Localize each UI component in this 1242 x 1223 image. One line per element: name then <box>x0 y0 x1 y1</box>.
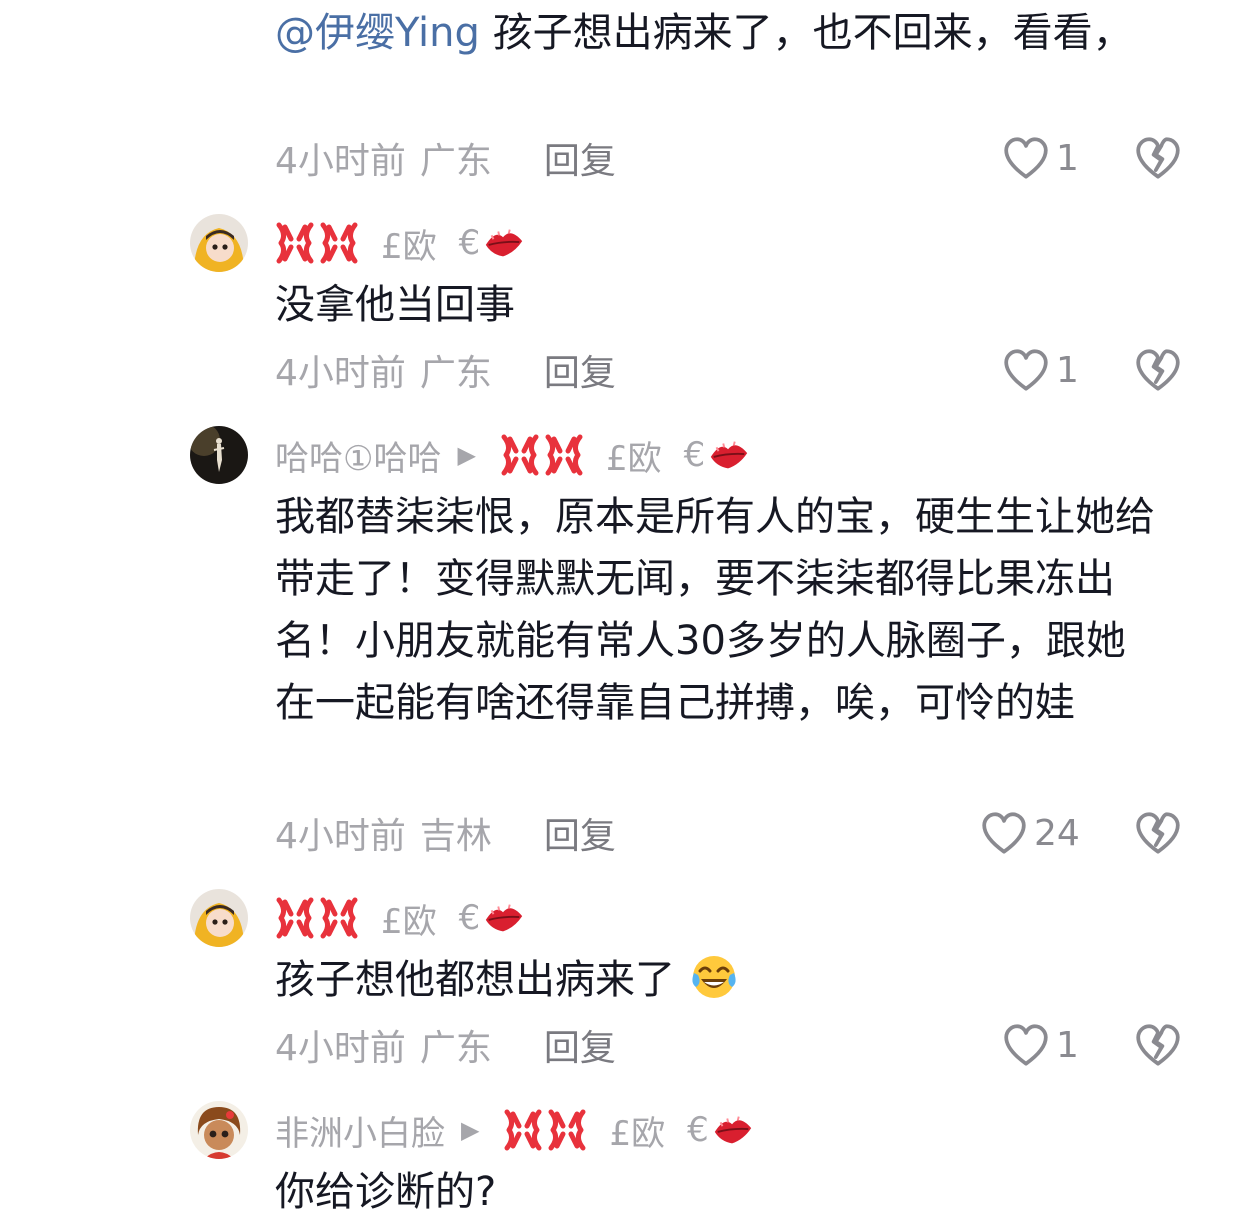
username[interactable]: 哈哈①哈哈 <box>275 431 441 480</box>
like-button[interactable]: 1 <box>1004 1017 1079 1073</box>
comment-time: 4小时前 <box>275 1028 406 1069</box>
mention-link[interactable]: @伊缨Ying <box>275 10 480 56</box>
dislike-button[interactable] <box>1134 342 1182 398</box>
anger-symbol-emoji <box>275 221 359 265</box>
comment-header: £欧 € <box>275 890 526 946</box>
anger-symbol-emoji <box>275 896 359 940</box>
kiss-mark-emoji <box>485 228 524 258</box>
avatar[interactable] <box>190 214 248 272</box>
comment-meta: 4小时前 广东 回复 <box>275 1017 616 1073</box>
heart-outline-icon <box>982 812 1026 854</box>
nickname-symbol: £欧 <box>381 226 437 267</box>
anger-symbol-emoji <box>503 1108 587 1152</box>
dislike-button[interactable] <box>1134 1017 1182 1073</box>
broken-heart-icon <box>1136 812 1180 854</box>
like-button[interactable]: 1 <box>1004 130 1079 186</box>
tears-of-joy-emoji <box>692 956 736 998</box>
like-count: 1 <box>1056 137 1079 179</box>
comment-text: @伊缨Ying 孩子想出病来了，也不回来，看看， <box>275 10 1133 56</box>
comment-location: 广东 <box>419 353 492 394</box>
nickname-symbol: € <box>458 223 481 263</box>
comment-text: 我都替柒柒恨，原本是所有人的宝，硬生生让她给带走了！变得默默无闻，要不柒柒都得比… <box>275 494 1155 726</box>
comment-text: 没拿他当回事 <box>275 282 515 328</box>
broken-heart-icon <box>1136 137 1180 179</box>
nickname-symbol: £欧 <box>381 901 437 942</box>
broken-heart-icon <box>1136 1024 1180 1066</box>
reply-button[interactable]: 回复 <box>544 1019 616 1071</box>
play-triangle-icon: ▶ <box>457 441 476 469</box>
reply-button[interactable]: 回复 <box>544 807 616 859</box>
play-triangle-icon: ▶ <box>461 1116 480 1144</box>
nickname-symbol: € <box>683 435 706 475</box>
reply-button[interactable]: 回复 <box>544 132 616 184</box>
like-count: 24 <box>1034 812 1080 854</box>
dislike-button[interactable] <box>1134 805 1182 861</box>
avatar[interactable] <box>190 426 248 484</box>
nickname-symbol: € <box>687 1110 709 1150</box>
heart-outline-icon <box>1004 349 1048 391</box>
like-button[interactable]: 24 <box>982 805 1080 861</box>
kiss-mark-emoji <box>710 440 749 470</box>
broken-heart-icon <box>1136 349 1180 391</box>
kiss-mark-emoji <box>485 903 524 933</box>
dislike-button[interactable] <box>1134 130 1182 186</box>
comment-time: 4小时前 <box>275 353 406 394</box>
like-count: 1 <box>1056 1024 1079 1066</box>
comment-location: 吉林 <box>419 816 492 857</box>
comment-meta: 4小时前 广东 回复 <box>275 130 616 186</box>
comment-meta: 4小时前 广东 回复 <box>275 342 616 398</box>
comment-location: 广东 <box>419 1028 492 1069</box>
comment-header: 非洲小白脸 ▶ £欧 € <box>275 1102 755 1158</box>
avatar[interactable] <box>190 1101 248 1159</box>
comment-header: 哈哈①哈哈 ▶ £欧 € <box>275 427 751 483</box>
avatar[interactable] <box>190 889 248 947</box>
heart-outline-icon <box>1004 137 1048 179</box>
comment-meta: 4小时前 吉林 回复 <box>275 805 616 861</box>
comment-text: 孩子想他都想出病来了 <box>275 949 1175 1011</box>
comment-time: 4小时前 <box>275 141 406 182</box>
nickname-symbol: € <box>458 898 481 938</box>
comment-time: 4小时前 <box>275 816 406 857</box>
username[interactable]: 非洲小白脸 <box>275 1106 445 1155</box>
reply-button[interactable]: 回复 <box>544 344 616 396</box>
like-count: 1 <box>1056 349 1079 391</box>
nickname-symbol: £欧 <box>609 1113 666 1154</box>
heart-outline-icon <box>1004 1024 1048 1066</box>
kiss-mark-emoji <box>713 1115 752 1145</box>
comment-location: 广东 <box>419 141 492 182</box>
comment-text: 你给诊断的? <box>275 1169 497 1215</box>
nickname-symbol: £欧 <box>605 438 662 479</box>
comment-header: £欧 € <box>275 215 526 271</box>
anger-symbol-emoji <box>500 433 584 477</box>
like-button[interactable]: 1 <box>1004 342 1079 398</box>
